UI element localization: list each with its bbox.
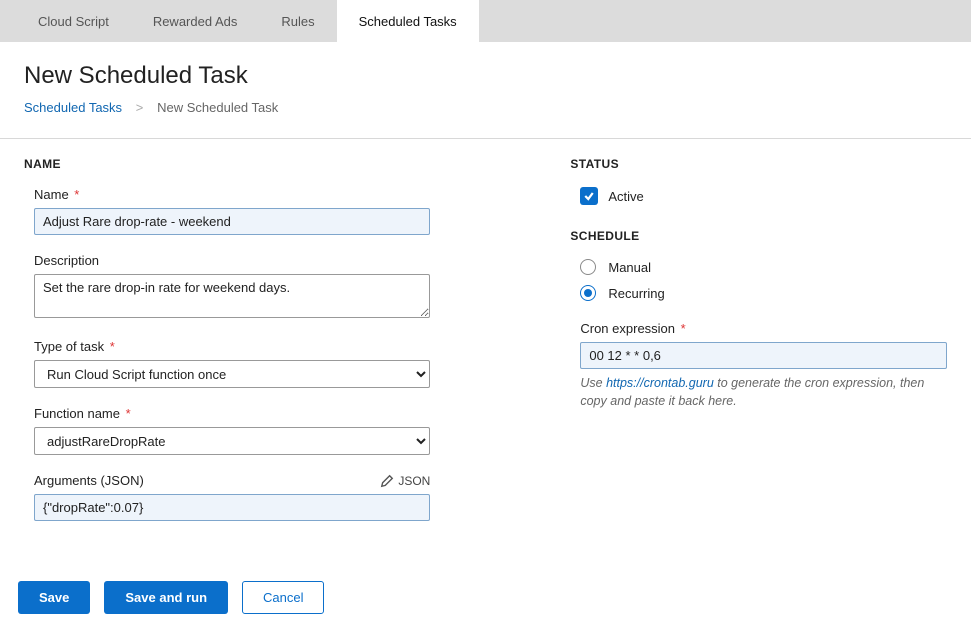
crontab-guru-link[interactable]: https://crontab.guru [606,376,714,390]
tab-rewarded-ads[interactable]: Rewarded Ads [131,0,260,42]
cancel-button[interactable]: Cancel [242,581,324,614]
type-of-task-label: Type of task * [34,339,430,354]
schedule-manual-label: Manual [608,260,651,275]
tab-rules[interactable]: Rules [259,0,336,42]
divider [0,138,971,139]
arguments-label: Arguments (JSON) [34,473,144,488]
chevron-right-icon: > [136,101,144,116]
section-schedule-title: SCHEDULE [570,229,947,243]
save-and-run-button[interactable]: Save and run [104,581,228,614]
description-input[interactable]: Set the rare drop-in rate for weekend da… [34,274,430,318]
cron-hint: Use https://crontab.guru to generate the… [580,375,947,410]
section-status-title: STATUS [570,157,947,171]
schedule-recurring-radio[interactable] [580,285,596,301]
tab-cloud-script[interactable]: Cloud Script [16,0,131,42]
pencil-icon [380,474,394,488]
function-name-select[interactable]: adjustRareDropRate [34,427,430,455]
tab-bar: Cloud Script Rewarded Ads Rules Schedule… [0,0,971,42]
function-name-label: Function name * [34,406,430,421]
name-input[interactable] [34,208,430,235]
arguments-input[interactable] [34,494,430,521]
schedule-recurring-label: Recurring [608,286,664,301]
schedule-manual-radio[interactable] [580,259,596,275]
breadcrumb-root[interactable]: Scheduled Tasks [24,100,122,115]
checkmark-icon [583,190,595,202]
json-edit-toggle[interactable]: JSON [380,474,430,488]
cron-label: Cron expression * [580,321,947,336]
type-of-task-select[interactable]: Run Cloud Script function once [34,360,430,388]
name-label: Name * [34,187,430,202]
active-label: Active [608,189,643,204]
active-checkbox[interactable] [580,187,598,205]
cron-input[interactable] [580,342,947,369]
breadcrumb: Scheduled Tasks > New Scheduled Task [24,100,947,116]
tab-scheduled-tasks[interactable]: Scheduled Tasks [337,0,479,42]
save-button[interactable]: Save [18,581,90,614]
page-title: New Scheduled Task [24,62,947,90]
description-label: Description [34,253,430,268]
section-name-title: NAME [24,157,430,171]
breadcrumb-current: New Scheduled Task [157,100,278,115]
